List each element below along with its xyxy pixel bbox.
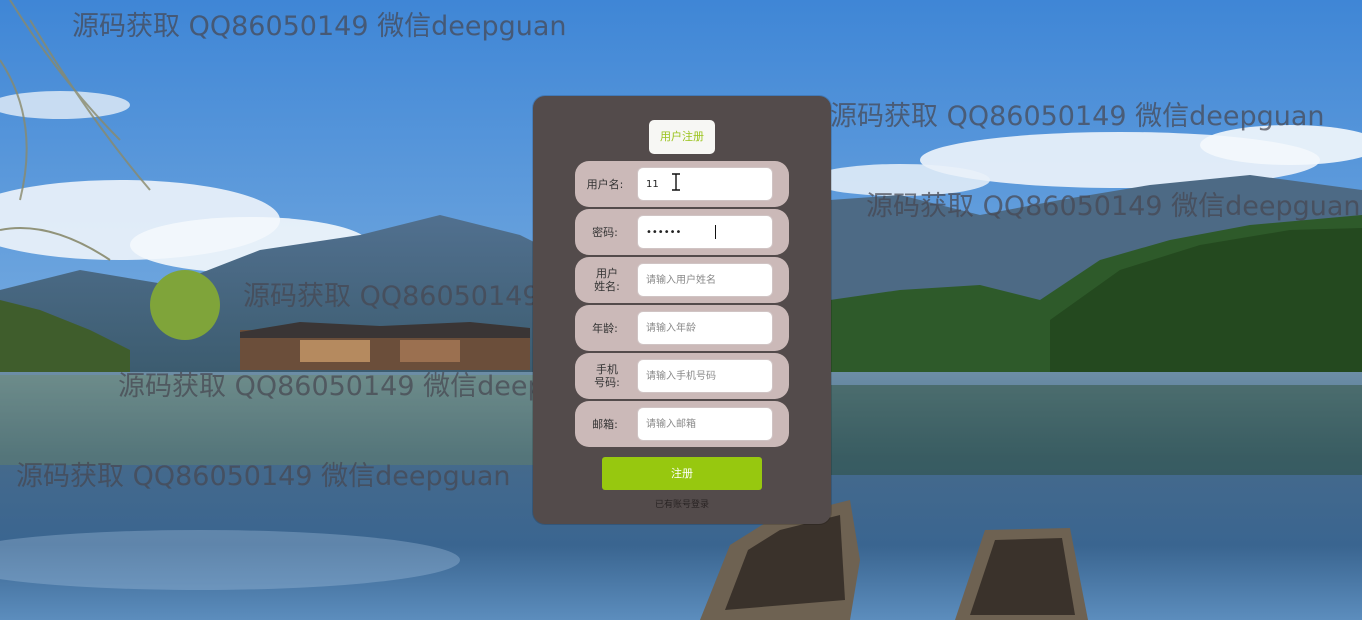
- username-row: 用户名:: [575, 161, 789, 207]
- username-input[interactable]: [637, 167, 773, 201]
- email-input[interactable]: [637, 407, 773, 441]
- register-title: 用户注册: [649, 120, 715, 154]
- realname-row: 用户姓名:: [575, 257, 789, 303]
- password-row: 密码:: [575, 209, 789, 255]
- password-input[interactable]: [637, 215, 773, 249]
- text-caret: [715, 225, 716, 239]
- register-card: 用户注册 用户名: 密码: 用户姓名: 年龄: 手机号码: 邮箱: 注册 已有账…: [533, 96, 831, 524]
- phone-label: 手机号码:: [594, 363, 620, 389]
- register-button[interactable]: 注册: [602, 457, 762, 490]
- realname-label: 用户姓名:: [594, 267, 620, 293]
- password-label: 密码:: [592, 225, 618, 239]
- age-input[interactable]: [637, 311, 773, 345]
- phone-row: 手机号码:: [575, 353, 789, 399]
- username-label: 用户名:: [586, 177, 624, 191]
- age-row: 年龄:: [575, 305, 789, 351]
- age-label: 年龄:: [592, 321, 618, 335]
- email-label: 邮箱:: [592, 417, 618, 431]
- email-row: 邮箱:: [575, 401, 789, 447]
- phone-input[interactable]: [637, 359, 773, 393]
- realname-input[interactable]: [637, 263, 773, 297]
- login-link[interactable]: 已有账号登录: [533, 497, 831, 510]
- ibeam-cursor-icon: [672, 173, 680, 191]
